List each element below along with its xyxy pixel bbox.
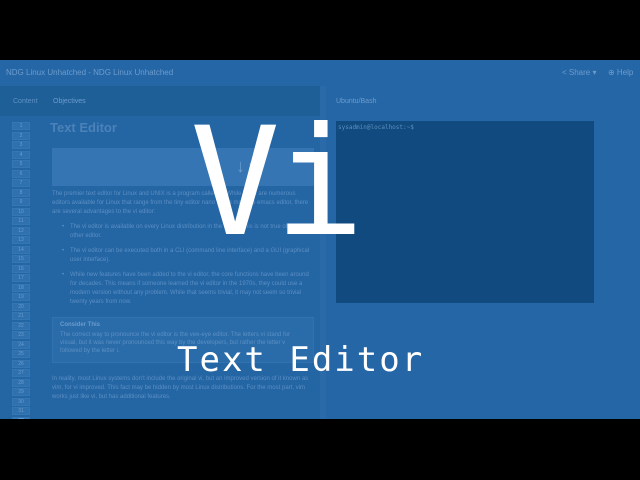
line-number-item[interactable]: 10 [12, 207, 30, 216]
terminal-screen[interactable] [336, 121, 594, 303]
line-number-item[interactable]: 2 [12, 131, 30, 140]
line-number-item[interactable]: 9 [12, 198, 30, 206]
line-number-item[interactable]: 4 [12, 150, 30, 159]
line-number-item[interactable]: 18 [12, 283, 30, 292]
line-number-item[interactable]: 24 [12, 340, 30, 349]
line-number-item[interactable]: 29 [12, 388, 30, 396]
line-number-item[interactable]: 12 [12, 226, 30, 235]
line-number-list: 1 2 3 4 5 6 7 8 9 10 11 12 13 14 15 16 17 18 19 20 21 22 23 24 2… [12, 122, 30, 419]
consider-title: Consider This [60, 322, 101, 328]
line-number-item[interactable]: 31 [12, 407, 30, 415]
line-number-item[interactable]: 16 [12, 264, 30, 273]
tab-objectives[interactable]: Objectives [53, 98, 86, 105]
line-number-item[interactable]: 1 [12, 122, 30, 130]
tab-content[interactable]: Content [13, 98, 38, 105]
line-number-item[interactable]: 13 [12, 236, 30, 244]
line-number-item[interactable]: 17 [12, 274, 30, 282]
line-number-item[interactable]: 21 [12, 312, 30, 320]
line-number-item[interactable]: 6 [12, 169, 30, 178]
overlay-subtitle: Text Editor [177, 340, 425, 380]
line-number-item[interactable]: 5 [12, 160, 30, 168]
line-number-item[interactable]: 22 [12, 321, 30, 330]
line-number-item[interactable]: 23 [12, 331, 30, 339]
page-title: Text Editor [50, 120, 117, 135]
list-item: While new features have been added to th… [62, 271, 312, 307]
line-number-item[interactable]: 28 [12, 378, 30, 387]
window-title: NDG Linux Unhatched - NDG Linux Unhatche… [6, 68, 174, 77]
line-number-item[interactable]: 14 [12, 245, 30, 254]
line-number-item[interactable]: 7 [12, 179, 30, 187]
line-number-item[interactable]: 30 [12, 397, 30, 406]
line-number-item[interactable]: 26 [12, 359, 30, 368]
line-number-item[interactable]: 20 [12, 302, 30, 311]
line-number-item[interactable]: 32 [12, 416, 30, 419]
line-number-item[interactable]: 3 [12, 141, 30, 149]
top-bar: NDG Linux Unhatched - NDG Linux Unhatche… [0, 60, 640, 86]
line-number-item[interactable]: 19 [12, 293, 30, 301]
line-number-item[interactable]: 15 [12, 255, 30, 263]
overlay-title: Vi [190, 96, 365, 270]
share-button[interactable]: < Share ▾ [562, 68, 596, 77]
line-number-item[interactable]: 11 [12, 217, 30, 225]
help-button[interactable]: ⊕ Help [608, 68, 633, 77]
line-number-item[interactable]: 8 [12, 188, 30, 197]
line-number-item[interactable]: 27 [12, 369, 30, 377]
line-number-item[interactable]: 25 [12, 350, 30, 358]
